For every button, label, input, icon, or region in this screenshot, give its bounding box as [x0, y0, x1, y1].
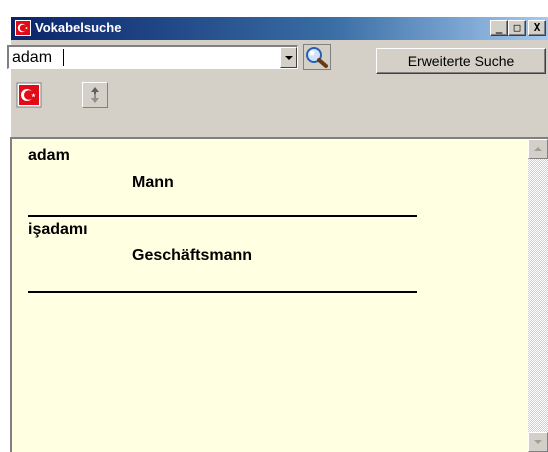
minimize-button[interactable]: _ [490, 20, 508, 36]
swap-direction-icon [91, 87, 99, 103]
maximize-button[interactable]: □ [508, 20, 526, 36]
vertical-scrollbar[interactable] [528, 139, 548, 452]
result-divider [28, 215, 417, 217]
search-button[interactable] [303, 44, 331, 70]
text-caret [63, 49, 64, 66]
swap-direction-button[interactable] [82, 82, 108, 108]
scroll-up-icon[interactable] [528, 139, 548, 159]
chevron-down-icon[interactable] [280, 47, 297, 68]
scroll-down-icon[interactable] [528, 432, 548, 452]
close-button[interactable]: X [528, 20, 546, 36]
extended-search-button[interactable]: Erweiterte Suche [376, 48, 546, 74]
magnifier-icon [303, 44, 331, 70]
search-input[interactable] [10, 48, 274, 67]
results-pane: adam Mann işadamı Geschäftsmann [10, 137, 548, 452]
result-word[interactable]: işadamı [28, 221, 88, 239]
search-combobox[interactable] [7, 45, 298, 69]
turkish-flag-icon [15, 20, 31, 36]
window-title: Vokabelsuche [35, 20, 122, 35]
result-divider [28, 291, 417, 293]
result-translation[interactable]: Geschäftsmann [132, 247, 252, 265]
language-toggle-button[interactable] [16, 82, 42, 108]
title-bar[interactable]: Vokabelsuche _ □ X [11, 17, 548, 40]
turkish-flag-icon [16, 82, 42, 108]
result-translation[interactable]: Mann [132, 174, 174, 192]
result-word[interactable]: adam [28, 147, 70, 165]
